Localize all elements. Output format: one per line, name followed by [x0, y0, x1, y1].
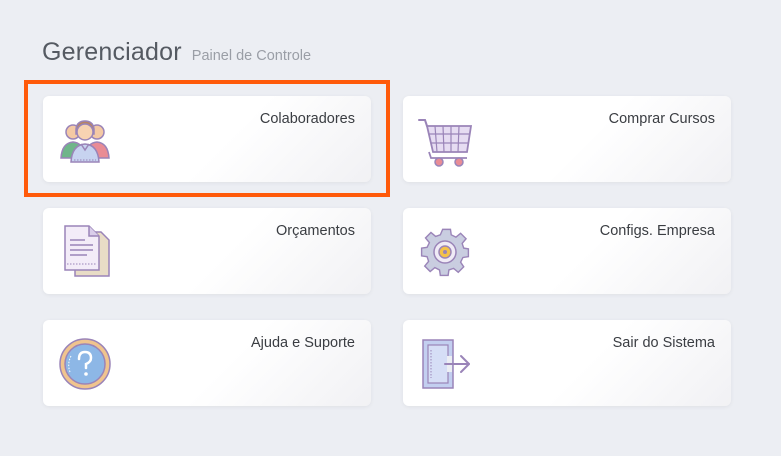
help-question-icon: [57, 336, 113, 392]
card-orcamentos[interactable]: Orçamentos: [43, 208, 371, 294]
page-title: Gerenciador: [42, 38, 182, 66]
card-colaboradores[interactable]: Colaboradores: [43, 96, 371, 182]
card-label: Configs. Empresa: [599, 223, 715, 239]
card-label: Comprar Cursos: [608, 111, 715, 127]
card-configs-empresa[interactable]: Configs. Empresa: [403, 208, 731, 294]
card-comprar-cursos[interactable]: Comprar Cursos: [403, 96, 731, 182]
exit-door-icon: [417, 336, 473, 392]
users-group-icon: [57, 112, 113, 168]
card-label: Ajuda e Suporte: [251, 335, 355, 351]
card-ajuda-suporte[interactable]: Ajuda e Suporte: [43, 320, 371, 406]
card-sair-sistema[interactable]: Sair do Sistema: [403, 320, 731, 406]
documents-icon: [57, 224, 113, 280]
page-header: Gerenciador Painel de Controle: [42, 38, 311, 67]
shopping-cart-icon: [417, 112, 473, 168]
gear-icon: [417, 224, 473, 280]
page-subtitle: Painel de Controle: [191, 48, 312, 64]
card-label: Orçamentos: [276, 223, 355, 239]
card-label: Colaboradores: [259, 111, 355, 127]
card-label: Sair do Sistema: [612, 335, 715, 351]
